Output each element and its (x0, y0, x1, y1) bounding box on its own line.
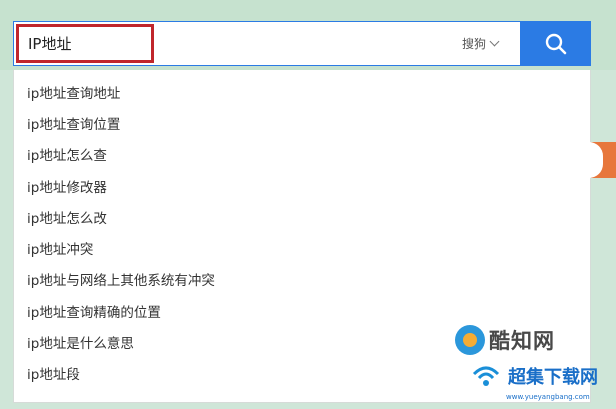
engine-label: 搜狗 (462, 37, 487, 51)
search-button[interactable] (520, 21, 591, 66)
suggestion-item[interactable]: ip地址查询精确的位置 (14, 295, 590, 326)
wifi-logo-icon (472, 366, 500, 386)
search-icon (545, 33, 566, 54)
suggestion-item[interactable]: ip地址怎么改 (14, 201, 590, 232)
search-input[interactable]: IP地址 (16, 24, 154, 63)
watermark-secondary-text: 超集下载网 (508, 367, 598, 388)
engine-select[interactable]: 搜狗 (462, 22, 500, 65)
suggestion-item[interactable]: ip地址查询地址 (14, 76, 590, 107)
side-accent-tab (589, 142, 616, 178)
chevron-down-icon (489, 36, 500, 47)
suggestion-item[interactable]: ip地址修改器 (14, 170, 590, 201)
suggestion-item[interactable]: ip地址怎么查 (14, 139, 590, 170)
suggestion-item[interactable]: ip地址冲突 (14, 232, 590, 263)
search-query-text: IP地址 (28, 35, 72, 53)
watermark-logo: 酷知网 (455, 325, 555, 355)
suggestion-item[interactable]: ip地址查询位置 (14, 107, 590, 138)
watermark-badge-icon (455, 325, 485, 355)
suggestion-item[interactable]: ip地址与网络上其他系统有冲突 (14, 264, 590, 295)
watermark-logo-text: 酷知网 (489, 329, 555, 353)
watermark-secondary: 超集下载网 (470, 360, 598, 392)
watermark-url: www.yueyangbang.com (506, 393, 590, 401)
search-bar: IP地址 搜狗 (13, 21, 591, 66)
